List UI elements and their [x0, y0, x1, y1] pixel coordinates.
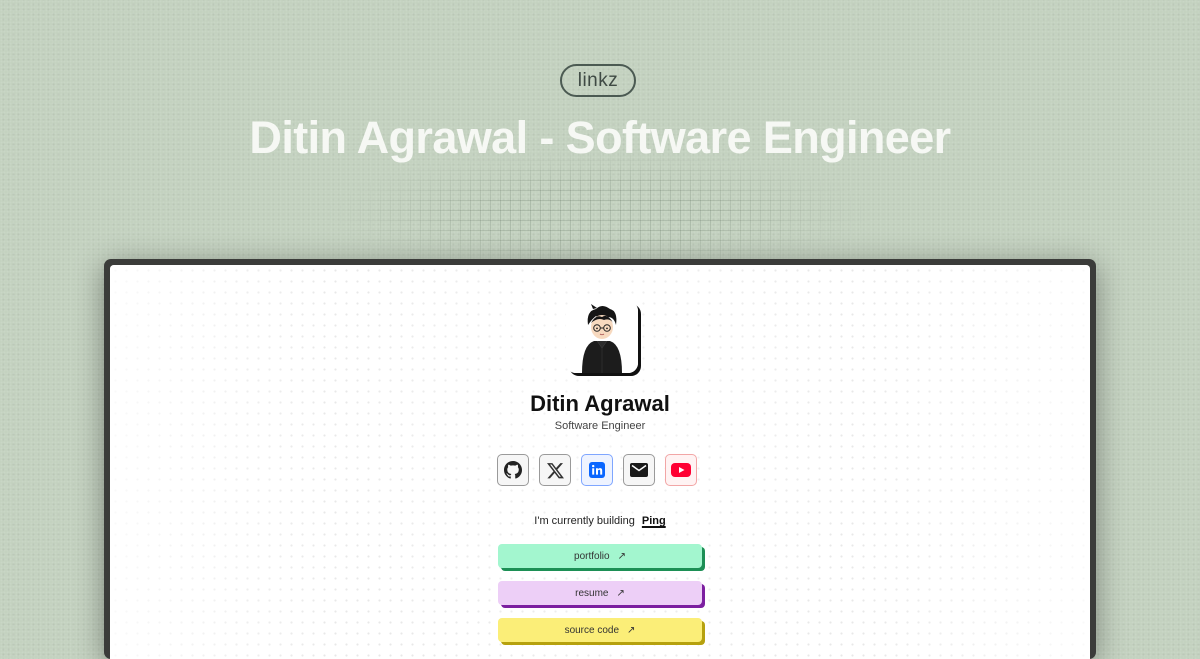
project-link[interactable]: Ping — [642, 515, 666, 527]
browser-frame: Ditin Agrawal Software Engineer I'm curr… — [104, 259, 1096, 659]
avatar-illustration — [566, 301, 638, 373]
currently-building: I'm currently building Ping — [110, 515, 1090, 527]
linkedin-button[interactable] — [581, 454, 613, 486]
youtube-icon — [671, 463, 691, 477]
github-button[interactable] — [497, 454, 529, 486]
source-code-button[interactable]: source code ↗ — [498, 618, 702, 642]
youtube-button[interactable] — [665, 454, 697, 486]
page-title: Ditin Agrawal - Software Engineer — [249, 112, 951, 163]
email-button[interactable] — [623, 454, 655, 486]
profile-name: Ditin Agrawal — [530, 391, 670, 416]
external-arrow-icon: ↗ — [627, 624, 636, 636]
resume-label: resume — [575, 587, 609, 599]
linkz-badge: linkz — [560, 64, 636, 97]
linkedin-icon — [589, 462, 605, 478]
external-arrow-icon: ↗ — [617, 550, 626, 562]
portfolio-button[interactable]: portfolio ↗ — [498, 544, 702, 568]
github-icon — [504, 461, 522, 479]
mail-icon — [630, 463, 648, 477]
x-icon — [546, 462, 564, 478]
avatar — [566, 301, 638, 373]
external-arrow-icon: ↗ — [616, 587, 625, 599]
source-code-label: source code — [564, 624, 620, 636]
x-button[interactable] — [539, 454, 571, 486]
resume-button[interactable]: resume ↗ — [498, 581, 702, 605]
social-links — [497, 454, 697, 486]
screen: Ditin Agrawal Software Engineer I'm curr… — [110, 265, 1090, 659]
profile-role: Software Engineer — [554, 420, 646, 432]
portfolio-label: portfolio — [574, 550, 610, 562]
building-prefix: I'm currently building — [534, 515, 635, 527]
